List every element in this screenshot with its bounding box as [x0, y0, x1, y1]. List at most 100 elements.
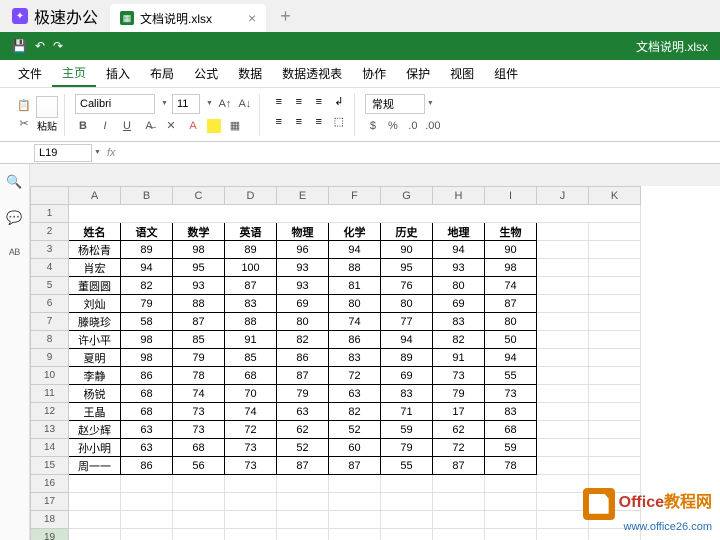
cell[interactable]: [433, 529, 485, 540]
chevron-down-icon[interactable]: ▼: [427, 100, 434, 107]
cell[interactable]: [537, 367, 589, 385]
cell[interactable]: 91: [433, 349, 485, 367]
cell[interactable]: 81: [329, 277, 381, 295]
increase-font-icon[interactable]: A↑: [217, 96, 233, 112]
comment-icon[interactable]: 💬: [6, 210, 22, 226]
font-size-select[interactable]: [172, 94, 200, 114]
cell[interactable]: 78: [485, 457, 537, 475]
menu-pivot[interactable]: 数据透视表: [272, 61, 352, 86]
cell[interactable]: [173, 493, 225, 511]
cell[interactable]: [121, 475, 173, 493]
cell[interactable]: [537, 475, 589, 493]
cell[interactable]: [537, 331, 589, 349]
cell[interactable]: 98: [121, 349, 173, 367]
cell[interactable]: 董圆圆: [69, 277, 121, 295]
cell[interactable]: 94: [381, 331, 433, 349]
cell[interactable]: 夏明: [69, 349, 121, 367]
cell[interactable]: [589, 277, 641, 295]
cell[interactable]: 88: [329, 259, 381, 277]
cell[interactable]: 78: [173, 367, 225, 385]
cell[interactable]: 80: [485, 313, 537, 331]
cell[interactable]: 89: [225, 241, 277, 259]
app-home-tab[interactable]: ✦ 极速办公: [0, 0, 110, 32]
cell[interactable]: 72: [225, 421, 277, 439]
row-header[interactable]: 19: [31, 529, 69, 540]
cell[interactable]: [537, 313, 589, 331]
col-header[interactable]: G: [381, 187, 433, 205]
cell[interactable]: [589, 223, 641, 241]
row-header[interactable]: 17: [31, 493, 69, 511]
cell[interactable]: [589, 313, 641, 331]
menu-insert[interactable]: 插入: [96, 61, 140, 86]
col-header[interactable]: D: [225, 187, 277, 205]
cell[interactable]: [537, 223, 589, 241]
cell[interactable]: 杨锐: [69, 385, 121, 403]
cell[interactable]: 74: [485, 277, 537, 295]
font-color-button[interactable]: A: [185, 118, 201, 134]
cell[interactable]: 87: [277, 457, 329, 475]
cell[interactable]: [329, 529, 381, 540]
align-top-icon[interactable]: ≡: [270, 94, 288, 110]
cell[interactable]: 17: [433, 403, 485, 421]
formula-input[interactable]: [122, 144, 720, 162]
cell[interactable]: [69, 475, 121, 493]
cell[interactable]: 化学: [329, 223, 381, 241]
cell[interactable]: 59: [485, 439, 537, 457]
cell[interactable]: [173, 511, 225, 529]
row-header[interactable]: 2: [31, 223, 69, 241]
cell[interactable]: 95: [173, 259, 225, 277]
cell[interactable]: 50: [485, 331, 537, 349]
currency-icon[interactable]: $: [365, 118, 381, 134]
row-header[interactable]: 10: [31, 367, 69, 385]
cell[interactable]: [589, 349, 641, 367]
cell[interactable]: 英语: [225, 223, 277, 241]
cell[interactable]: [589, 457, 641, 475]
cell[interactable]: [537, 385, 589, 403]
cell[interactable]: 85: [173, 331, 225, 349]
save-icon[interactable]: 💾: [12, 39, 27, 53]
cell[interactable]: 93: [277, 277, 329, 295]
cell[interactable]: 许小平: [69, 331, 121, 349]
row-header[interactable]: 3: [31, 241, 69, 259]
wrap-text-icon[interactable]: ↲: [330, 94, 348, 110]
fill-color-button[interactable]: [207, 119, 221, 133]
cell[interactable]: 95: [381, 259, 433, 277]
border-button[interactable]: ▦: [227, 118, 243, 134]
menu-collab[interactable]: 协作: [352, 61, 396, 86]
cell[interactable]: [329, 511, 381, 529]
cell[interactable]: 93: [173, 277, 225, 295]
cell[interactable]: 91: [225, 331, 277, 349]
cell[interactable]: 77: [381, 313, 433, 331]
cell[interactable]: 86: [277, 349, 329, 367]
cell[interactable]: 62: [277, 421, 329, 439]
row-header[interactable]: 4: [31, 259, 69, 277]
align-right-icon[interactable]: ≡: [310, 114, 328, 130]
cell[interactable]: [485, 511, 537, 529]
cell[interactable]: 79: [277, 385, 329, 403]
cell[interactable]: 73: [433, 367, 485, 385]
cell[interactable]: 83: [433, 313, 485, 331]
cell[interactable]: 周一一: [69, 457, 121, 475]
cell[interactable]: [381, 493, 433, 511]
col-header[interactable]: B: [121, 187, 173, 205]
cell[interactable]: 55: [485, 367, 537, 385]
select-all-corner[interactable]: [31, 187, 69, 205]
cell[interactable]: 80: [277, 313, 329, 331]
cell[interactable]: [433, 493, 485, 511]
row-header[interactable]: 11: [31, 385, 69, 403]
cell[interactable]: [537, 421, 589, 439]
cell[interactable]: [225, 475, 277, 493]
col-header[interactable]: C: [173, 187, 225, 205]
decimal-inc-icon[interactable]: .00: [425, 118, 441, 134]
menu-component[interactable]: 组件: [484, 61, 528, 86]
cell[interactable]: 滕晓珍: [69, 313, 121, 331]
cell[interactable]: [69, 511, 121, 529]
cell[interactable]: [69, 205, 641, 223]
cell[interactable]: [121, 529, 173, 540]
cut-icon[interactable]: ✂: [16, 116, 32, 132]
cell[interactable]: 94: [433, 241, 485, 259]
cell[interactable]: 语文: [121, 223, 173, 241]
cell[interactable]: 79: [381, 439, 433, 457]
cell[interactable]: 83: [329, 349, 381, 367]
cell[interactable]: [537, 511, 589, 529]
